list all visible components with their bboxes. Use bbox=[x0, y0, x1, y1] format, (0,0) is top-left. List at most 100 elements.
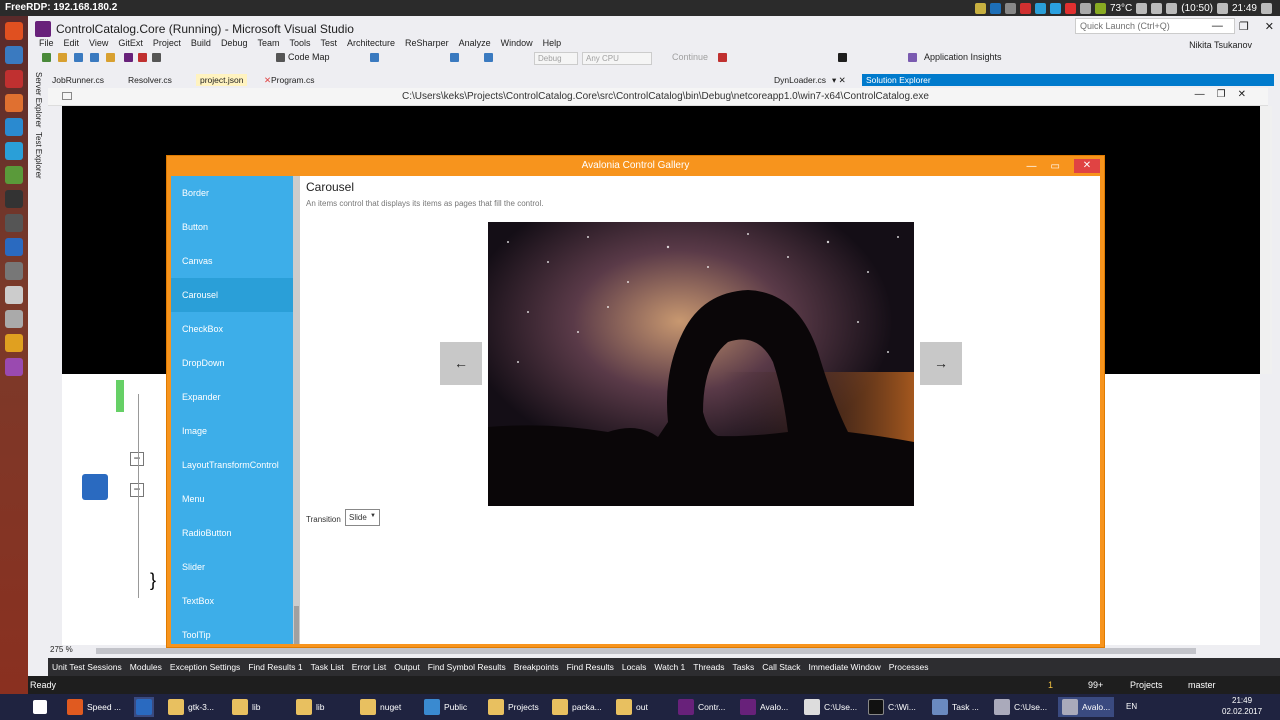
taskbar-item[interactable]: nuget bbox=[360, 697, 401, 717]
scrollbar[interactable] bbox=[96, 648, 1196, 654]
taskbar-item[interactable]: Contr... bbox=[678, 697, 725, 717]
menu-window[interactable]: Window bbox=[496, 38, 538, 48]
warning-count[interactable]: 99+ bbox=[1088, 680, 1103, 690]
tab-unit-test-sessions[interactable]: Unit Test Sessions bbox=[48, 662, 126, 672]
tab-modules[interactable]: Modules bbox=[126, 662, 166, 672]
tab-jobrunner[interactable]: JobRunner.cs bbox=[48, 74, 108, 86]
continue-button[interactable]: Continue bbox=[672, 52, 708, 62]
platform-select[interactable]: Any CPU bbox=[582, 52, 652, 65]
transition-dropdown[interactable]: Slide ▼ bbox=[345, 509, 380, 526]
tab-options-icon[interactable]: ▾ ✕ bbox=[828, 74, 850, 87]
list-item[interactable]: ToolTip bbox=[171, 618, 293, 644]
menu-file[interactable]: File bbox=[34, 38, 59, 48]
launcher-icon[interactable] bbox=[5, 238, 23, 256]
taskbar-item[interactable]: Speed ... bbox=[67, 697, 121, 717]
test-explorer-tab[interactable]: Test Explorer bbox=[34, 132, 43, 179]
solution-explorer-title[interactable]: Solution Explorer bbox=[862, 74, 1274, 86]
taskbar-item[interactable]: C:\Use... bbox=[804, 697, 857, 717]
tab-immediate-window[interactable]: Immediate Window bbox=[804, 662, 884, 672]
scrollbar-thumb[interactable] bbox=[294, 606, 299, 644]
launcher-icon[interactable] bbox=[5, 214, 23, 232]
launcher-icon[interactable] bbox=[5, 310, 23, 328]
zoom-level[interactable]: 275 % bbox=[50, 645, 73, 654]
toolbar-icon[interactable] bbox=[74, 53, 83, 62]
tab-dynloader[interactable]: DynLoader.cs bbox=[770, 74, 830, 86]
menu-team[interactable]: Team bbox=[252, 38, 284, 48]
list-item-selected[interactable]: Carousel bbox=[171, 278, 293, 312]
menu-resharper[interactable]: ReSharper bbox=[400, 38, 454, 48]
menu-architecture[interactable]: Architecture bbox=[342, 38, 400, 48]
taskbar-item[interactable] bbox=[134, 697, 154, 717]
lock-icon[interactable] bbox=[1004, 2, 1016, 14]
menu-analyze[interactable]: Analyze bbox=[454, 38, 496, 48]
minimize-icon[interactable]: — bbox=[1212, 20, 1223, 33]
scrollbar[interactable] bbox=[293, 176, 300, 644]
code-map-icon[interactable] bbox=[276, 53, 285, 62]
mail-icon[interactable] bbox=[1151, 2, 1163, 14]
menu-view[interactable]: View bbox=[84, 38, 113, 48]
list-item[interactable]: Expander bbox=[171, 380, 293, 414]
power-icon[interactable] bbox=[1261, 2, 1272, 14]
toolbar-icon[interactable] bbox=[58, 53, 67, 62]
taskbar-item[interactable]: Avalo... bbox=[740, 697, 788, 717]
skype-icon[interactable] bbox=[5, 142, 23, 160]
telegram-icon[interactable] bbox=[1049, 2, 1061, 14]
list-item[interactable]: Image bbox=[171, 414, 293, 448]
maximize-icon[interactable]: ▭ bbox=[1051, 161, 1060, 172]
hp-icon[interactable] bbox=[989, 2, 1001, 14]
next-button[interactable]: → bbox=[920, 342, 962, 385]
menu-help[interactable]: Help bbox=[538, 38, 567, 48]
tab-resolver[interactable]: Resolver.cs bbox=[124, 74, 176, 86]
menu-edit[interactable]: Edit bbox=[59, 38, 85, 48]
list-item[interactable]: Button bbox=[171, 210, 293, 244]
tab-output[interactable]: Output bbox=[390, 662, 424, 672]
tab-processes[interactable]: Processes bbox=[885, 662, 933, 672]
tab-find-symbol-results[interactable]: Find Symbol Results bbox=[424, 662, 510, 672]
tray-icon[interactable] bbox=[1019, 2, 1031, 14]
toolbar-icon[interactable] bbox=[370, 53, 379, 62]
user-name[interactable]: Nikita Tsukanov bbox=[1189, 40, 1252, 50]
taskbar-item[interactable]: gtk-3... bbox=[168, 697, 214, 717]
launcher-icon[interactable] bbox=[5, 22, 23, 40]
launcher-icon[interactable] bbox=[5, 286, 23, 304]
restart-icon[interactable] bbox=[152, 53, 161, 62]
insights-icon[interactable] bbox=[908, 53, 917, 62]
toolbar-icon[interactable] bbox=[42, 53, 51, 62]
tab-call-stack[interactable]: Call Stack bbox=[758, 662, 804, 672]
taskbar-item[interactable]: C:\Wi... bbox=[868, 697, 916, 717]
taskbar-item[interactable]: Projects bbox=[488, 697, 539, 717]
stop-icon[interactable] bbox=[138, 53, 147, 62]
launcher-icon[interactable] bbox=[5, 358, 23, 376]
taskbar-item[interactable]: lib bbox=[232, 697, 261, 717]
taskbar-item[interactable]: Task ... bbox=[932, 697, 979, 717]
menu-debug[interactable]: Debug bbox=[216, 38, 253, 48]
tray-icon[interactable] bbox=[974, 2, 986, 14]
taskbar-time[interactable]: 21:49 bbox=[1232, 696, 1252, 705]
launcher-icon[interactable] bbox=[5, 70, 23, 88]
minimize-icon[interactable]: — bbox=[1027, 161, 1037, 172]
application-insights-button[interactable]: Application Insights bbox=[924, 52, 1002, 62]
tray-icon[interactable] bbox=[1094, 2, 1106, 14]
launcher-icon[interactable] bbox=[5, 334, 23, 352]
tab-find-results-1[interactable]: Find Results 1 bbox=[244, 662, 306, 672]
menu-tools[interactable]: Tools bbox=[284, 38, 315, 48]
launcher-icon[interactable] bbox=[5, 262, 23, 280]
toolbar-icon[interactable] bbox=[106, 53, 115, 62]
server-explorer-tab[interactable]: Server Explorer bbox=[34, 72, 43, 128]
code-map-button[interactable]: Code Map bbox=[288, 52, 330, 62]
taskbar-item[interactable]: Avalo... bbox=[1058, 697, 1115, 717]
tab-locals[interactable]: Locals bbox=[618, 662, 651, 672]
taskbar-date[interactable]: 02.02.2017 bbox=[1222, 707, 1262, 716]
launcher-icon[interactable] bbox=[5, 166, 23, 184]
list-item[interactable]: RadioButton bbox=[171, 516, 293, 550]
wifi-icon[interactable] bbox=[1136, 2, 1148, 14]
tab-breakpoints[interactable]: Breakpoints bbox=[510, 662, 563, 672]
tray-icon[interactable] bbox=[1079, 2, 1091, 14]
tab-project-json[interactable]: project.json bbox=[196, 74, 248, 86]
language-indicator[interactable]: EN bbox=[1126, 702, 1137, 711]
tab-error-list[interactable]: Error List bbox=[348, 662, 390, 672]
collapse-icon[interactable]: − bbox=[130, 483, 144, 497]
projects-indicator[interactable]: Projects bbox=[1130, 680, 1163, 690]
skype-icon[interactable] bbox=[1034, 2, 1046, 14]
tab-threads[interactable]: Threads bbox=[689, 662, 728, 672]
